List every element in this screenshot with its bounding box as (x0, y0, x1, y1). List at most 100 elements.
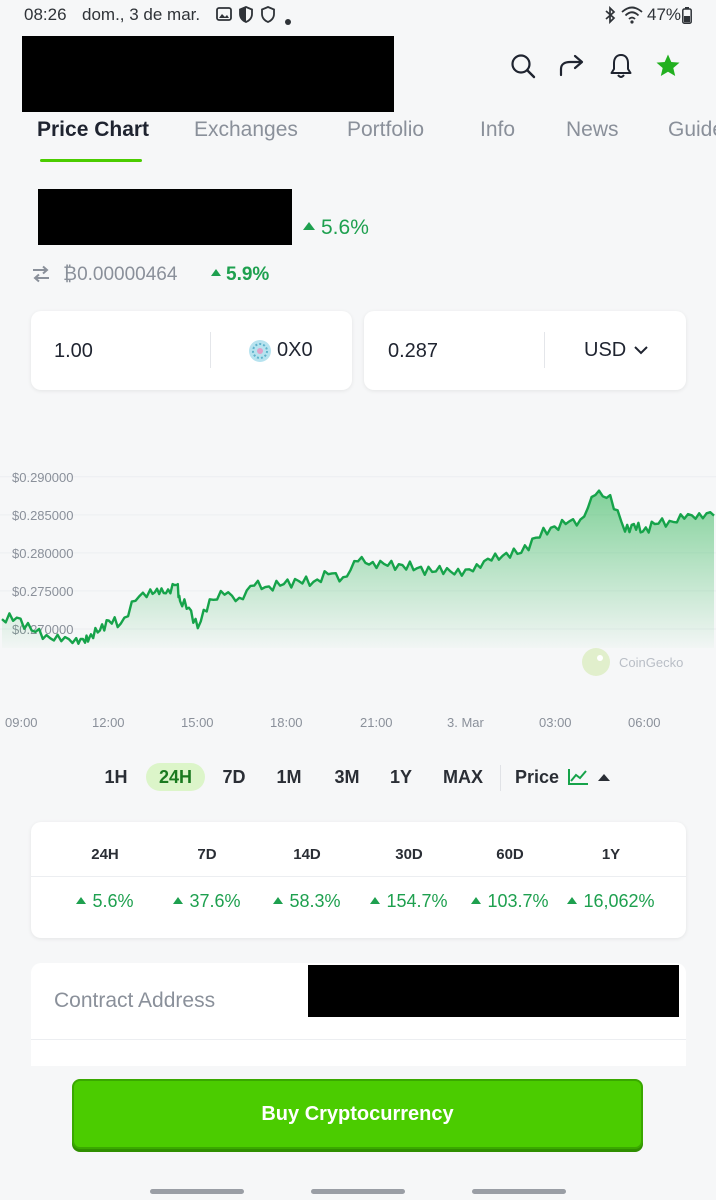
amount-input[interactable]: 1.00 (54, 340, 93, 363)
y-axis-tick-label: $0.290000 (12, 470, 73, 485)
currency-label: USD (584, 339, 627, 361)
tab-info[interactable]: Info (480, 118, 515, 142)
fiat-value-input[interactable]: 0.287 (388, 340, 438, 363)
tab-exchanges[interactable]: Exchanges (194, 118, 298, 142)
x-axis-tick-label: 18:00 (270, 715, 303, 730)
performance-value: 58.3% (256, 891, 358, 912)
performance-period-header: 30D (395, 846, 423, 863)
star-icon (656, 54, 680, 76)
performance-value: 154.7% (358, 891, 460, 912)
range-24h[interactable]: 24H (146, 763, 205, 791)
up-triangle-icon (370, 896, 381, 904)
share-button[interactable] (556, 50, 588, 82)
search-icon (511, 54, 536, 79)
divider (500, 765, 501, 791)
x-axis-tick-label: 09:00 (5, 715, 38, 730)
up-triangle-icon (273, 896, 284, 904)
performance-value: 103.7% (459, 891, 561, 912)
bluetooth-icon (603, 5, 617, 29)
chevron-down-icon (634, 346, 648, 355)
contract-card: Contract Address (31, 963, 686, 1067)
x-axis-tick-label: 12:00 (92, 715, 125, 730)
range-1y[interactable]: 1Y (381, 763, 421, 791)
nav-home[interactable] (311, 1189, 405, 1194)
shield-icon (238, 6, 254, 28)
token-symbol: 0X0 (277, 339, 313, 361)
coingecko-watermark: CoinGecko (582, 648, 683, 676)
favorite-button[interactable] (652, 50, 684, 82)
converter-fiat-card: 0.287 USD (364, 311, 686, 390)
performance-period-header: 7D (197, 846, 217, 863)
performance-period-header: 14D (293, 846, 321, 863)
redacted-price (38, 189, 292, 245)
date: dom., 3 de mar. (82, 5, 201, 24)
up-triangle-icon (471, 896, 482, 904)
performance-value: 5.6% (54, 891, 156, 912)
tab-portfolio[interactable]: Portfolio (347, 118, 424, 142)
range-max[interactable]: MAX (436, 763, 490, 791)
contract-address-label: Contract Address (54, 989, 216, 1012)
range-1m[interactable]: 1M (269, 763, 309, 791)
x-axis-tick-label: 15:00 (181, 715, 214, 730)
btc-price-change: 5.9% (211, 264, 269, 286)
line-chart-icon (568, 769, 589, 785)
chart-type-label: Price (515, 766, 560, 787)
token-logo-icon (248, 339, 272, 368)
watermark-text: CoinGecko (619, 655, 683, 670)
price-chart[interactable]: $0.290000$0.285000$0.280000$0.275000$0.2… (0, 455, 716, 735)
up-triangle-icon (173, 896, 184, 904)
y-axis-tick-label: $0.280000 (12, 546, 73, 561)
gallery-icon (216, 6, 232, 27)
divider (31, 876, 686, 877)
redacted-coin-name (22, 36, 394, 112)
shield-half-icon (260, 6, 276, 28)
redacted-contract-address[interactable] (308, 965, 679, 1017)
up-triangle-icon (76, 896, 87, 904)
battery-icon (682, 7, 692, 29)
tab-news[interactable]: News (566, 118, 619, 142)
y-axis-tick-label: $0.285000 (12, 508, 73, 523)
tab-guide[interactable]: Guide (668, 118, 716, 142)
performance-value: 16,062% (560, 891, 662, 912)
performance-period-header: 60D (496, 846, 524, 863)
price-area (2, 490, 714, 648)
price-change-value: 5.6% (321, 216, 369, 239)
nav-recent-apps[interactable] (150, 1189, 244, 1194)
performance-card: 24H 7D 14D 30D 60D 1Y 5.6% 37.6% 58.3% 154.7% 103… (31, 822, 686, 938)
up-triangle-icon (567, 896, 578, 904)
buy-cryptocurrency-button[interactable]: Buy Cryptocurrency (72, 1079, 643, 1149)
search-button[interactable] (507, 50, 539, 82)
divider (544, 332, 545, 368)
divider (210, 332, 211, 368)
wifi-icon (621, 6, 643, 29)
up-triangle-icon (211, 269, 221, 277)
bell-icon (610, 54, 632, 78)
range-3m[interactable]: 3M (327, 763, 367, 791)
performance-period-header: 24H (91, 846, 119, 863)
tab-price-chart[interactable]: Price Chart (37, 118, 149, 142)
x-axis-tick-label: 3. Mar (447, 715, 485, 730)
x-axis-tick-label: 03:00 (539, 715, 572, 730)
price-change-24h: 5.6% (303, 216, 369, 240)
up-triangle-icon (303, 222, 315, 231)
x-axis-tick-label: 21:00 (360, 715, 393, 730)
range-1h[interactable]: 1H (96, 763, 136, 791)
chart-type-toggle[interactable]: Price (515, 763, 611, 791)
alert-button[interactable] (605, 50, 637, 82)
caret-up-icon (598, 774, 611, 781)
x-axis-tick-label: 06:00 (628, 715, 661, 730)
btc-change-value: 5.9% (226, 264, 270, 285)
currency-select[interactable]: USD (584, 339, 648, 362)
swap-icon (31, 265, 51, 288)
active-tab-indicator (40, 159, 142, 162)
performance-value: 37.6% (156, 891, 258, 912)
nav-back[interactable] (472, 1189, 566, 1194)
y-axis-tick-label: $0.275000 (12, 584, 73, 599)
performance-period-header: 1Y (601, 846, 621, 863)
converter-crypto-card: 1.00 0X0 (31, 311, 352, 390)
range-7d[interactable]: 7D (214, 763, 254, 791)
btc-price: ₿0.00000464 (63, 264, 178, 285)
share-icon (559, 54, 584, 77)
battery-percentage: 47% (647, 5, 682, 24)
dot-icon (285, 12, 291, 30)
